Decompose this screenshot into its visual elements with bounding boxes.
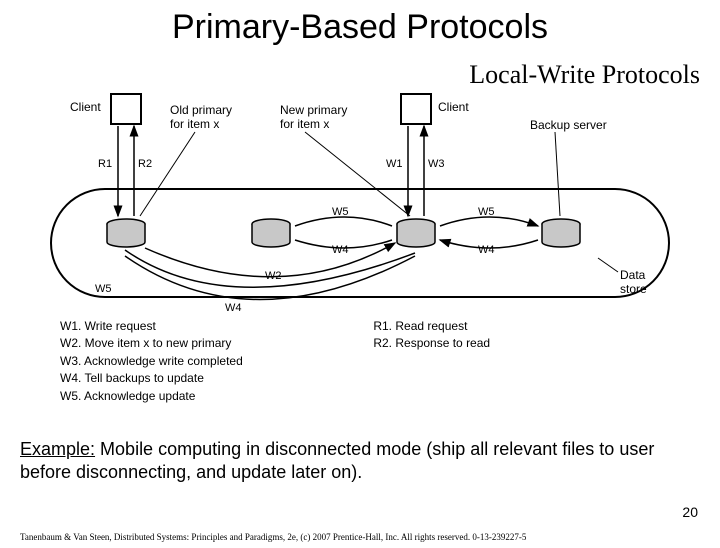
label-w4-left: W4 <box>225 302 242 314</box>
backup-server-label: Backup server <box>530 118 607 132</box>
client-left-label: Client <box>70 100 101 114</box>
label-w5-mid: W5 <box>332 206 349 218</box>
cylinder-3 <box>395 218 437 248</box>
page-number: 20 <box>682 504 698 520</box>
label-w5-left: W5 <box>95 283 112 295</box>
legend-w2: W2. Move item x to new primary <box>60 335 330 352</box>
label-w1: W1 <box>386 158 403 170</box>
label-w4-right: W4 <box>478 244 495 256</box>
page-title: Primary-Based Protocols <box>0 8 720 47</box>
new-primary-label: New primary for item x <box>280 103 347 131</box>
cylinder-2 <box>250 218 292 248</box>
legend-w3: W3. Acknowledge write completed <box>60 353 330 370</box>
legend-w4: W4. Tell backups to update <box>60 370 330 387</box>
label-w5-right: W5 <box>478 206 495 218</box>
client-left-box <box>110 93 142 125</box>
example-text: Example: Mobile computing in disconnecte… <box>20 438 700 485</box>
cylinder-4 <box>540 218 582 248</box>
label-w4-mid: W4 <box>332 244 349 256</box>
legend-r1: R1. Read request <box>373 318 573 335</box>
example-label: Example: <box>20 439 95 459</box>
legend-w1: W1. Write request <box>60 318 330 335</box>
cylinder-1 <box>105 218 147 248</box>
example-body: Mobile computing in disconnected mode (s… <box>20 439 654 482</box>
old-primary-label: Old primary for item x <box>170 103 232 131</box>
label-r2: R2 <box>138 158 152 170</box>
label-w3: W3 <box>428 158 445 170</box>
label-r1: R1 <box>98 158 112 170</box>
client-right-box <box>400 93 432 125</box>
data-store-label: Data store <box>620 268 670 296</box>
legend-r2: R2. Response to read <box>373 335 573 352</box>
legend-w5: W5. Acknowledge update <box>60 388 330 405</box>
page-subtitle: Local-Write Protocols <box>469 60 700 90</box>
legend-block: W1. Write request W2. Move item x to new… <box>60 318 573 405</box>
footer-citation: Tanenbaum & Van Steen, Distributed Syste… <box>20 532 526 542</box>
client-right-label: Client <box>438 100 469 114</box>
label-w2: W2 <box>265 270 282 282</box>
